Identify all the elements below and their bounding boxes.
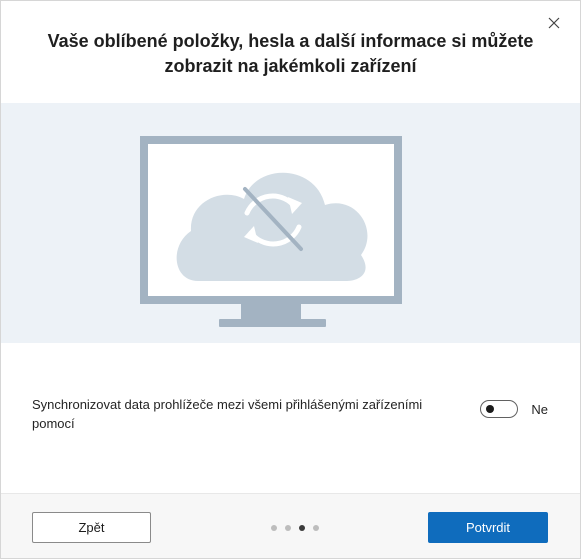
- step-dot: [271, 525, 277, 531]
- confirm-button[interactable]: Potvrdit: [428, 512, 548, 543]
- toggle-state-label: Ne: [531, 401, 548, 417]
- step-dot: [285, 525, 291, 531]
- toggle-knob: [486, 405, 495, 413]
- close-icon: [548, 17, 560, 29]
- sync-toggle-group: Ne: [480, 400, 548, 418]
- dialog-footer: Zpět Potvrdit: [1, 493, 580, 558]
- step-dot: [313, 525, 319, 531]
- monitor-cloud-sync-off-icon: [140, 136, 402, 327]
- back-button[interactable]: Zpět: [32, 512, 151, 543]
- sync-setting-row: Synchronizovat data prohlížeče mezi všem…: [32, 395, 548, 433]
- step-dot-active: [299, 525, 305, 531]
- sync-description: Synchronizovat data prohlížeče mezi všem…: [32, 397, 423, 431]
- step-indicator: [271, 525, 327, 531]
- sync-dialog: Vaše oblíbené položky, hesla a další inf…: [0, 0, 581, 559]
- illustration-panel: [1, 103, 580, 343]
- sync-toggle[interactable]: [480, 400, 519, 418]
- close-button[interactable]: [542, 11, 566, 35]
- dialog-title: Vaše oblíbené položky, hesla a další inf…: [47, 31, 534, 76]
